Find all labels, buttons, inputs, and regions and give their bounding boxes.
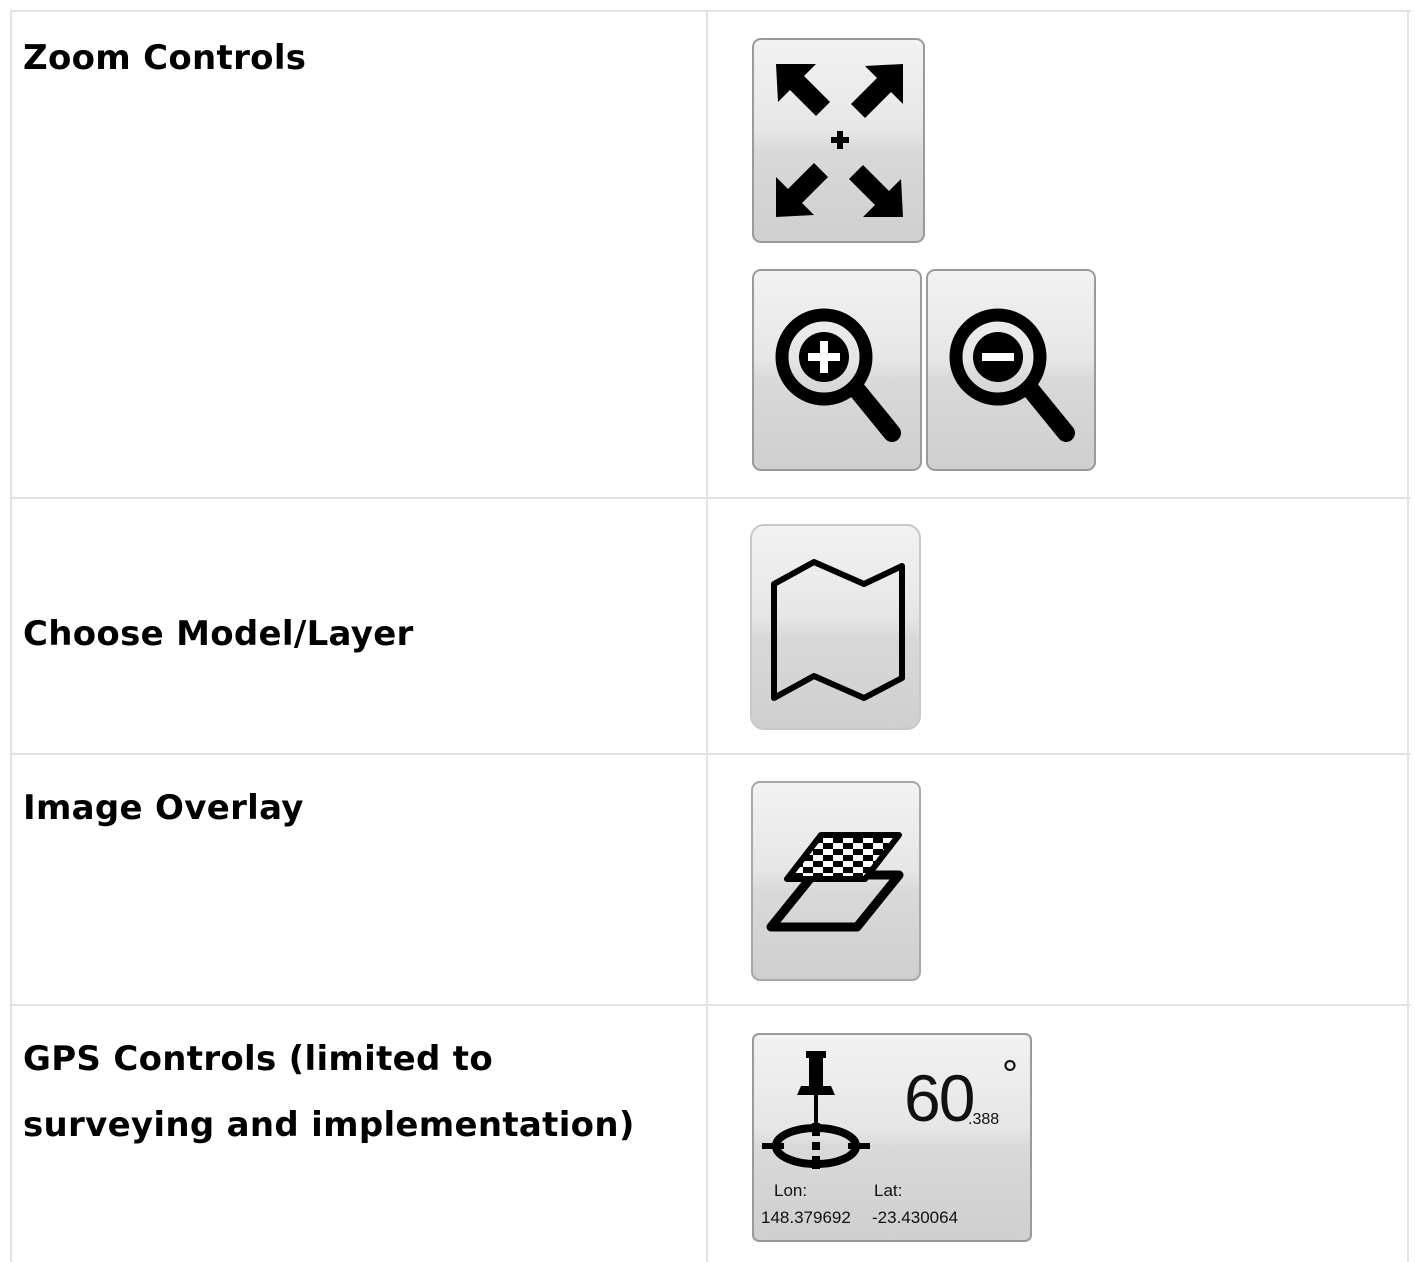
zoom-out-button[interactable] (926, 269, 1096, 471)
lon-value: 148.379692 (761, 1208, 851, 1227)
image-overlay-button[interactable] (751, 781, 921, 981)
zoom-extents-icon (776, 64, 903, 217)
degree-symbol: ° (1002, 1053, 1018, 1097)
heading-value: 60 (904, 1061, 975, 1135)
row-label-gps-controls-line2: surveying and implementation) (23, 1105, 635, 1145)
gps-controls-panel[interactable]: 60 .388 ° Lon: Lat: 148.379692 -23.43006… (752, 1033, 1032, 1242)
zoom-out-icon (949, 308, 1075, 442)
table-border-left (10, 10, 12, 1262)
zoom-extents-button[interactable] (752, 38, 925, 243)
row-divider (10, 1004, 1411, 1006)
crosshair-icon (762, 1123, 870, 1169)
row-divider (10, 753, 1411, 755)
row-label-image-overlay: Image Overlay (23, 788, 304, 828)
controls-table: Zoom Controls Choose Model/Layer Image O… (10, 10, 1411, 1262)
lat-label: Lat: (874, 1181, 903, 1200)
choose-model-layer-button[interactable] (750, 524, 921, 730)
row-label-zoom-controls: Zoom Controls (23, 38, 307, 78)
map-icon (771, 559, 905, 701)
row-divider (10, 497, 1411, 499)
row-label-choose-model-layer: Choose Model/Layer (23, 614, 414, 654)
lon-label: Lon: (774, 1181, 808, 1200)
row-label-gps-controls: GPS Controls (limited to (23, 1039, 494, 1079)
zoom-in-button[interactable] (752, 269, 922, 471)
table-border-right (1407, 10, 1409, 1262)
zoom-in-icon (775, 308, 901, 442)
lat-value: -23.430064 (872, 1208, 959, 1227)
image-overlay-icon (766, 832, 904, 932)
heading-fraction: .388 (968, 1111, 1000, 1128)
column-divider (706, 10, 708, 1262)
table-border-top (10, 10, 1411, 12)
